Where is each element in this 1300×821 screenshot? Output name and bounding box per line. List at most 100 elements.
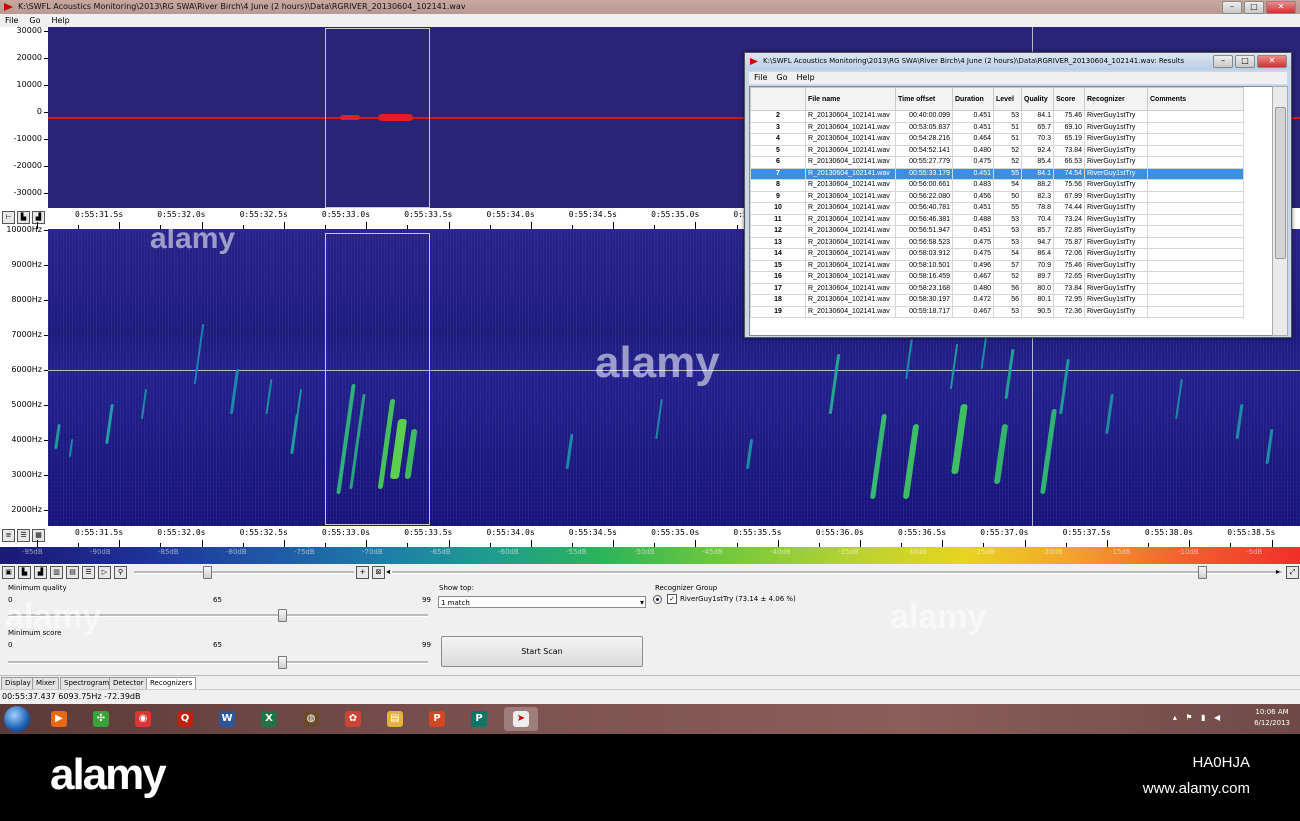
clock-time[interactable]: 10:06 AM — [1254, 707, 1290, 718]
grid-icon[interactable]: ▦ — [32, 529, 45, 542]
show-top-select[interactable]: 1 match — [438, 596, 646, 609]
expand-icon[interactable]: ⤢ — [1286, 566, 1299, 579]
min-score-slider[interactable] — [278, 656, 287, 669]
taskbar-word[interactable]: W — [210, 707, 244, 731]
record-icon[interactable]: ⚲ — [114, 566, 127, 579]
zoom-slider-thumb[interactable] — [203, 566, 212, 579]
results-menu-go[interactable]: Go — [776, 73, 787, 82]
results-maximize-button[interactable]: □ — [1235, 55, 1255, 68]
clock-date[interactable]: 6/12/2013 — [1254, 718, 1290, 729]
tool-icon[interactable]: ▤ — [66, 566, 79, 579]
table-row[interactable]: 9 R_20130604_102141.wav 00:56:22.080 0.456 5… — [750, 190, 1244, 203]
tab-recognizers[interactable]: Recognizers — [146, 677, 197, 689]
column-header[interactable]: Level — [993, 87, 1022, 111]
table-row[interactable]: 17 R_20130604_102141.wav 00:58:23.168 0.480… — [750, 282, 1244, 295]
column-header[interactable]: Recognizer — [1084, 87, 1148, 111]
selection-box[interactable] — [325, 28, 430, 208]
tool-icon[interactable]: ▥ — [50, 566, 63, 579]
zoom-out-icon[interactable]: ▟ — [32, 211, 45, 224]
table-row[interactable]: 2 R_20130604_102141.wav 00:40:00.099 0.451 5… — [750, 110, 1244, 123]
maximize-button[interactable]: □ — [1244, 1, 1264, 14]
minimize-button[interactable]: – — [1222, 1, 1242, 14]
taskbar-qualtrics[interactable]: Q — [168, 707, 202, 731]
table-row[interactable]: 15 R_20130604_102141.wav 00:58:10.501 0.496… — [750, 259, 1244, 272]
zoom-plus-icon[interactable]: + — [356, 566, 369, 579]
tool-icon[interactable]: ▟ — [34, 566, 47, 579]
zoom-reset-icon[interactable]: ⊠ — [372, 566, 385, 579]
taskbar-games[interactable]: ✣ — [84, 707, 118, 731]
start-scan-button[interactable]: Start Scan — [441, 636, 643, 667]
table-cell: 0.451 — [952, 121, 994, 134]
recognizer-radio[interactable] — [653, 595, 662, 604]
table-row[interactable]: 16 R_20130604_102141.wav 00:58:16.459 0.467… — [750, 271, 1244, 284]
ruler-tick — [613, 222, 615, 229]
results-menu-help[interactable]: Help — [796, 73, 814, 82]
view-toggle-icon[interactable]: ☰ — [17, 529, 30, 542]
view-toggle-icon[interactable]: ≡ — [2, 529, 15, 542]
table-cell: 0.464 — [952, 133, 994, 146]
table-row[interactable]: 5 R_20130604_102141.wav 00:54:52.141 0.480 5… — [750, 144, 1244, 157]
zoom-in-icon[interactable]: ▙ — [17, 211, 30, 224]
taskbar-publisher[interactable]: P — [462, 707, 496, 731]
tool-icon[interactable]: ▙ — [18, 566, 31, 579]
ruler-tick — [283, 540, 285, 547]
table-cell: 86.4 — [1021, 248, 1054, 261]
results-table[interactable]: File name Time offset Duration Level Quality… — [749, 86, 1274, 336]
table-row[interactable]: 4 R_20130604_102141.wav 00:54:28.216 0.464 5… — [750, 133, 1244, 146]
tool-icon[interactable]: ▣ — [2, 566, 15, 579]
results-close-button[interactable]: ✕ — [1257, 55, 1287, 68]
results-scroll-thumb[interactable] — [1275, 107, 1286, 259]
table-row[interactable]: 7 R_20130604_102141.wav 00:55:33.179 0.451 5… — [750, 167, 1244, 180]
table-row[interactable]: 10 R_20130604_102141.wav 00:56:40.781 0.451… — [750, 202, 1244, 215]
table-row[interactable]: 8 R_20130604_102141.wav 00:56:00.661 0.483 5… — [750, 179, 1244, 192]
column-header[interactable]: Duration — [952, 87, 994, 111]
table-row[interactable]: 19 R_20130604_102141.wav 00:59:18.717 0.467… — [750, 305, 1244, 318]
colorbar-label: -60dB — [498, 548, 519, 556]
tab-detector[interactable]: Detector — [109, 677, 148, 689]
results-minimize-button[interactable]: – — [1213, 55, 1233, 68]
tab-display[interactable]: Display — [1, 677, 35, 689]
taskbar-excel[interactable]: X — [252, 707, 286, 731]
close-button[interactable]: ✕ — [1266, 1, 1296, 14]
tool-icon[interactable]: ☰ — [82, 566, 95, 579]
y-tick: 9000Hz — [11, 260, 48, 269]
menu-go[interactable]: Go — [29, 16, 40, 25]
taskbar-media-player[interactable]: ▶ — [42, 707, 76, 731]
results-scrollbar[interactable] — [1272, 86, 1288, 336]
results-menu-file[interactable]: File — [754, 73, 767, 82]
scroll-right-icon[interactable]: ▸ — [1276, 567, 1280, 576]
table-row[interactable]: 11 R_20130604_102141.wav 00:56:46.381 0.488… — [750, 213, 1244, 226]
table-cell: 92.4 — [1021, 144, 1054, 157]
taskbar-media-center[interactable]: ◍ — [294, 707, 328, 731]
zoom-fit-icon[interactable]: ⊢ — [2, 211, 15, 224]
column-header[interactable]: Score — [1053, 87, 1085, 111]
tab-spectrogram[interactable]: Spectrogram — [60, 677, 114, 689]
taskbar-song-scope[interactable]: ➤ — [504, 707, 538, 731]
tab-mixer[interactable]: Mixer — [32, 677, 60, 689]
table-row[interactable]: 6 R_20130604_102141.wav 00:55:27.779 0.475 5… — [750, 156, 1244, 169]
table-row[interactable]: 3 R_20130604_102141.wav 00:53:05.837 0.451 5… — [750, 121, 1244, 134]
column-header[interactable]: Comments — [1147, 87, 1244, 111]
table-row[interactable]: 13 R_20130604_102141.wav 00:56:58.523 0.475… — [750, 236, 1244, 249]
taskbar-powerpoint[interactable]: P — [420, 707, 454, 731]
scroll-thumb[interactable] — [1198, 566, 1207, 579]
column-header[interactable]: File name — [805, 87, 896, 111]
taskbar-chrome[interactable]: ◉ — [126, 707, 160, 731]
table-row[interactable]: 14 R_20130604_102141.wav 00:58:03.912 0.475… — [750, 248, 1244, 261]
column-header[interactable]: Time offset — [895, 87, 953, 111]
min-quality-slider[interactable] — [278, 609, 287, 622]
start-button[interactable] — [4, 706, 30, 732]
table-cell: 18 — [750, 294, 806, 307]
menu-file[interactable]: File — [5, 16, 18, 25]
scroll-left-icon[interactable]: ◂ — [386, 567, 390, 576]
recognizer-checkbox[interactable]: ✓ — [667, 594, 677, 604]
column-header[interactable] — [750, 87, 806, 111]
table-row[interactable]: 18 R_20130604_102141.wav 00:58:30.197 0.472… — [750, 294, 1244, 307]
taskbar-paint[interactable]: ✿ — [336, 707, 370, 731]
table-row[interactable]: 12 R_20130604_102141.wav 00:56:51.947 0.451… — [750, 225, 1244, 238]
menu-help[interactable]: Help — [51, 16, 69, 25]
taskbar-explorer[interactable]: ▤ — [378, 707, 412, 731]
column-header[interactable]: Quality — [1021, 87, 1054, 111]
play-icon[interactable]: ▷ — [98, 566, 111, 579]
tray-icons[interactable]: ▴ ⚑ ▮ ◀ — [1168, 712, 1228, 723]
